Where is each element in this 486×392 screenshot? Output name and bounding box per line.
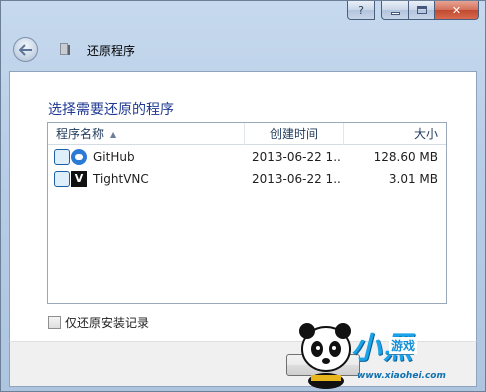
title-bar: ? ✕ bbox=[1, 1, 485, 25]
back-arrow-icon bbox=[18, 43, 32, 56]
row-date: 2013-06-22 1... bbox=[252, 150, 340, 164]
maximize-icon bbox=[416, 6, 427, 14]
row-size: 128.60 MB bbox=[373, 150, 438, 164]
row-date: 2013-06-22 1... bbox=[252, 172, 340, 186]
minimize-button[interactable] bbox=[381, 1, 408, 20]
column-header-date[interactable]: 创建时间 bbox=[245, 123, 344, 145]
list-item[interactable]: GitHub 2013-06-22 1... 128.60 MB bbox=[48, 146, 446, 168]
watermark: 小黑 游戏 www.xiaohei.com bbox=[293, 319, 483, 389]
restore-box-icon bbox=[54, 149, 70, 165]
page-heading: 选择需要还原的程序 bbox=[48, 102, 174, 118]
back-button[interactable] bbox=[13, 37, 38, 62]
restore-program-window: ? ✕ 还原程序 选择需要还原的程序 程序名称 ▲ 创建时间 大小 GitHub… bbox=[0, 0, 486, 392]
close-icon: ✕ bbox=[451, 3, 462, 17]
column-header-name[interactable]: 程序名称 ▲ bbox=[48, 123, 245, 145]
restore-box-icon bbox=[54, 171, 70, 187]
row-size: 3.01 MB bbox=[388, 172, 438, 186]
help-button[interactable]: ? bbox=[347, 1, 375, 20]
list-header: 程序名称 ▲ 创建时间 大小 bbox=[48, 123, 446, 145]
checkbox-label: 仅还原安装记录 bbox=[65, 316, 150, 330]
navigation-bar: 还原程序 bbox=[1, 25, 485, 71]
list-item[interactable]: V TightVNC 2013-06-22 1... 3.01 MB bbox=[48, 168, 446, 190]
tightvnc-logo-icon: V bbox=[71, 171, 87, 187]
help-icon: ? bbox=[358, 3, 364, 17]
row-name: GitHub bbox=[93, 150, 135, 164]
row-name-cell: V TightVNC bbox=[54, 168, 244, 190]
sort-up-icon: ▲ bbox=[110, 129, 117, 139]
row-name: TightVNC bbox=[93, 172, 149, 186]
window-title: 还原程序 bbox=[87, 44, 136, 58]
row-name-cell: GitHub bbox=[54, 146, 244, 168]
github-icon bbox=[54, 149, 87, 165]
watermark-sub: 游戏 bbox=[389, 337, 418, 354]
github-logo-icon bbox=[71, 149, 87, 165]
watermark-url: www.xiaohei.com bbox=[357, 371, 446, 381]
column-header-size[interactable]: 大小 bbox=[344, 123, 446, 145]
maximize-button[interactable] bbox=[408, 1, 435, 20]
restore-install-record-checkbox[interactable] bbox=[48, 316, 61, 329]
caption-buttons: ? ✕ bbox=[347, 1, 479, 21]
close-button[interactable]: ✕ bbox=[435, 1, 479, 20]
panda-mascot-icon bbox=[299, 323, 351, 389]
minimize-icon bbox=[390, 11, 400, 15]
restore-install-record-option[interactable]: 仅还原安装记录 bbox=[48, 314, 149, 331]
program-list[interactable]: 程序名称 ▲ 创建时间 大小 GitHub 2013-06-22 1... 128… bbox=[47, 122, 447, 304]
program-icon bbox=[60, 43, 70, 55]
content-panel: 选择需要还原的程序 程序名称 ▲ 创建时间 大小 GitHub 2013-06-2… bbox=[9, 71, 477, 341]
column-name-label: 程序名称 bbox=[56, 127, 105, 141]
tightvnc-icon: V bbox=[54, 171, 87, 187]
